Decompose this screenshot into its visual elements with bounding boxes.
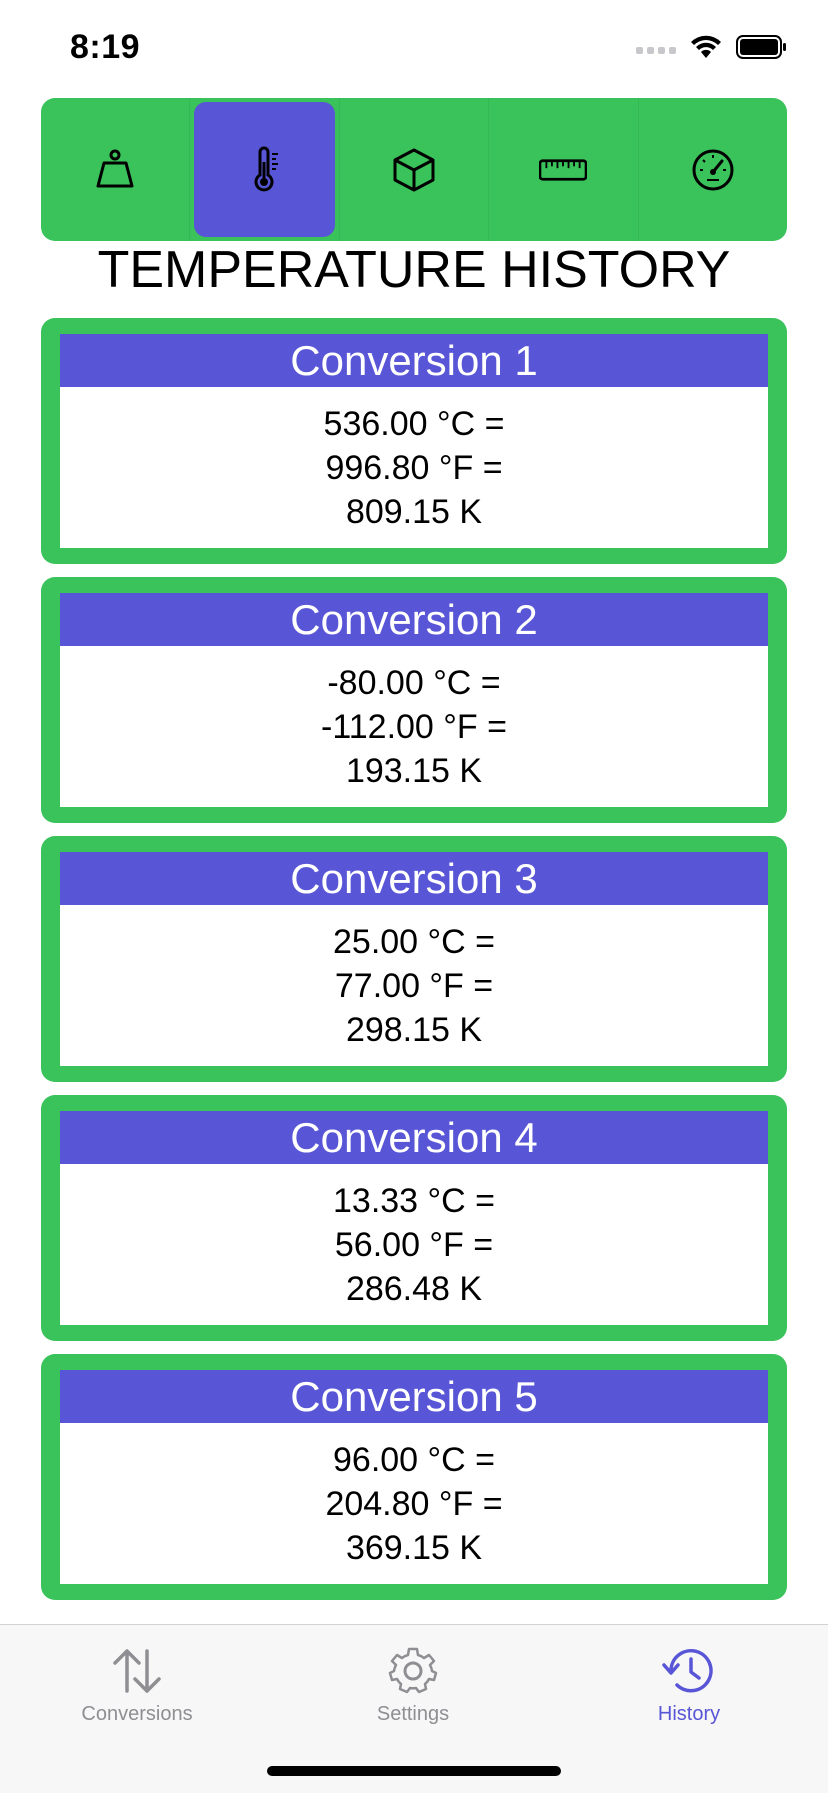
kelvin-value: 286.48 K bbox=[345, 1269, 483, 1308]
gear-icon bbox=[388, 1647, 438, 1694]
fahrenheit-value: -112.00 °F = bbox=[321, 707, 507, 746]
category-tab-temperature[interactable] bbox=[190, 98, 340, 241]
fahrenheit-value: 56.00 °F = bbox=[334, 1225, 494, 1264]
kelvin-value: 298.15 K bbox=[345, 1010, 483, 1049]
card-values: 536.00 °C = 996.80 °F = 809.15 K bbox=[60, 387, 768, 548]
card-title: Conversion 1 bbox=[60, 334, 768, 387]
category-tab-volume[interactable] bbox=[340, 98, 490, 241]
weight-icon bbox=[96, 149, 134, 187]
fahrenheit-value: 996.80 °F = bbox=[325, 448, 503, 487]
card-title: Conversion 3 bbox=[60, 852, 768, 905]
card-title: Conversion 4 bbox=[60, 1111, 768, 1164]
kelvin-value: 809.15 K bbox=[345, 492, 483, 531]
tab-conversions-label: Conversions bbox=[81, 1703, 193, 1725]
wifi-icon bbox=[691, 35, 721, 58]
home-indicator bbox=[267, 1766, 561, 1776]
arrows-up-down-icon bbox=[113, 1649, 161, 1693]
card-values: -80.00 °C = -112.00 °F = 193.15 K bbox=[60, 646, 768, 807]
card-values: 96.00 °C = 204.80 °F = 369.15 K bbox=[60, 1423, 768, 1584]
speedometer-icon bbox=[692, 149, 734, 190]
celsius-value: 96.00 °C = bbox=[333, 1440, 495, 1479]
category-tab-length[interactable] bbox=[489, 98, 639, 241]
celsius-value: 25.00 °C = bbox=[333, 922, 495, 961]
card-values: 13.33 °C = 56.00 °F = 286.48 K bbox=[60, 1164, 768, 1325]
card-values: 25.00 °C = 77.00 °F = 298.15 K bbox=[60, 905, 768, 1066]
thermometer-icon bbox=[254, 146, 278, 191]
cellular-signal-icon bbox=[636, 40, 676, 54]
history-card: Conversion 4 13.33 °C = 56.00 °F = 286.4… bbox=[41, 1095, 787, 1341]
history-card: Conversion 2 -80.00 °C = -112.00 °F = 19… bbox=[41, 577, 787, 823]
category-tab-weight[interactable] bbox=[41, 98, 191, 241]
fahrenheit-value: 77.00 °F = bbox=[334, 966, 494, 1005]
battery-icon bbox=[736, 35, 786, 59]
cube-icon bbox=[393, 148, 435, 191]
ruler-icon bbox=[539, 158, 588, 181]
tab-history-label: History bbox=[657, 1703, 721, 1725]
page-title: TEMPERATURE HISTORY bbox=[97, 241, 731, 299]
tab-history[interactable]: History bbox=[589, 1625, 789, 1735]
tab-settings[interactable]: Settings bbox=[313, 1625, 513, 1735]
history-card: Conversion 3 25.00 °C = 77.00 °F = 298.1… bbox=[41, 836, 787, 1082]
kelvin-value: 369.15 K bbox=[345, 1528, 483, 1567]
celsius-value: 536.00 °C = bbox=[323, 404, 505, 443]
kelvin-value: 193.15 K bbox=[345, 751, 483, 790]
category-selector bbox=[41, 98, 787, 241]
fahrenheit-value: 204.80 °F = bbox=[325, 1484, 503, 1523]
card-title: Conversion 5 bbox=[60, 1370, 768, 1423]
celsius-value: -80.00 °C = bbox=[327, 663, 501, 702]
history-card: Conversion 5 96.00 °C = 204.80 °F = 369.… bbox=[41, 1354, 787, 1600]
celsius-value: 13.33 °C = bbox=[333, 1181, 495, 1220]
history-card: Conversion 1 536.00 °C = 996.80 °F = 809… bbox=[41, 318, 787, 564]
status-bar: 8:19 bbox=[0, 0, 828, 96]
status-time: 8:19 bbox=[70, 28, 141, 66]
history-list: Conversion 1 536.00 °C = 996.80 °F = 809… bbox=[41, 318, 787, 1613]
status-icons bbox=[636, 34, 788, 60]
category-tab-speed[interactable] bbox=[639, 98, 787, 241]
tab-settings-label: Settings bbox=[376, 1703, 450, 1725]
clock-history-icon bbox=[662, 1649, 713, 1693]
tab-conversions[interactable]: Conversions bbox=[37, 1625, 237, 1735]
card-title: Conversion 2 bbox=[60, 593, 768, 646]
